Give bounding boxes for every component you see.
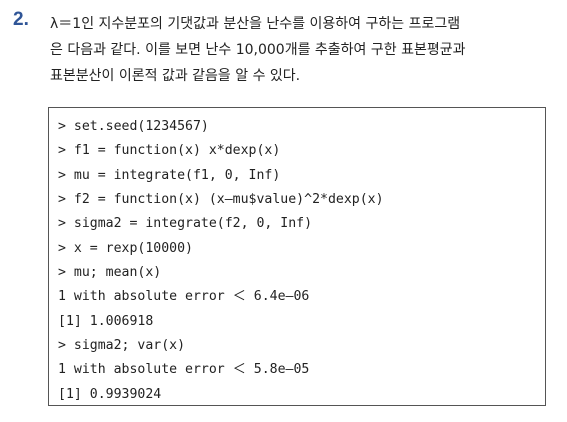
problem-statement-line: λ＝1인 지수분포의 기댓값과 분산을 난수를 이용하여 구하는 프로그램	[50, 16, 461, 32]
code-output-line: [1] 1.006918	[58, 313, 154, 329]
code-line: > f1 = function(x) x*dexp(x)	[58, 143, 281, 159]
problem-statement: λ＝1인 지수분포의 기댓값과 분산을 난수를 이용하여 구하는 프로그램 은 …	[50, 11, 555, 89]
code-line: > mu = integrate(f1, 0, Inf)	[58, 167, 281, 183]
problem-statement-line: 은 다음과 같다. 이를 보면 난수 10,000개를 추출하여 구한 표본평균…	[50, 42, 466, 58]
code-line: > sigma2 = integrate(f2, 0, Inf)	[58, 216, 313, 232]
code-output-line: [1] 0.9939024	[58, 386, 162, 402]
code-output-line: 1 with absolute error ＜ 6.4e–06	[58, 289, 310, 305]
code-line: > set.seed(1234567)	[58, 119, 209, 134]
code-line: > mu; mean(x)	[58, 265, 162, 281]
code-output-line: 1 with absolute error ＜ 5.8e–05	[58, 362, 310, 378]
problem-number: 2.	[13, 9, 29, 30]
problem-statement-line: 표본분산이 이론적 값과 같음을 알 수 있다.	[50, 68, 301, 84]
code-line: > f2 = function(x) (x–mu$value)^2*dexp(x…	[58, 192, 384, 208]
code-box: > set.seed(1234567) > f1 = function(x) x…	[48, 107, 546, 406]
code-line: > sigma2; var(x)	[58, 338, 186, 354]
code-line: > x = rexp(10000)	[58, 240, 193, 256]
